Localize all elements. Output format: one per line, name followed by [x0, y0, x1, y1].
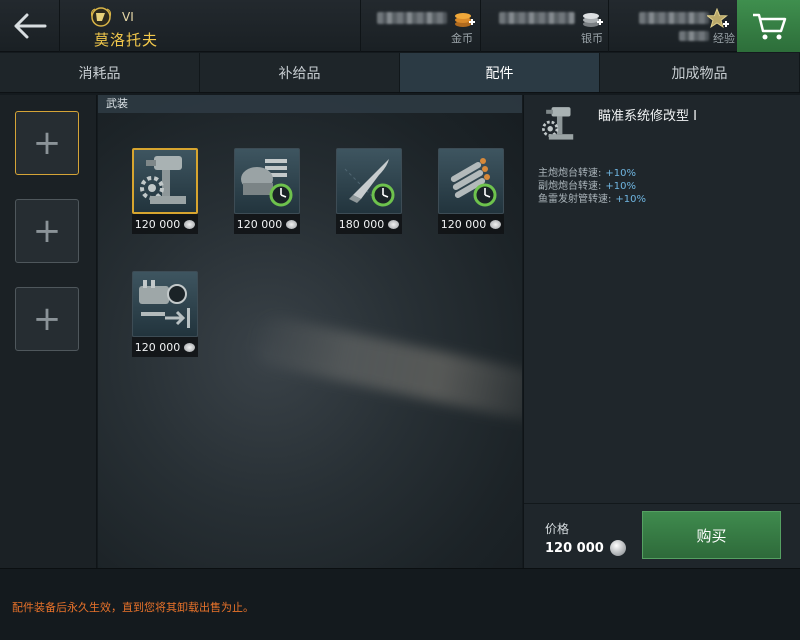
item-frame: [132, 148, 198, 214]
item-price: 120 000: [132, 337, 198, 357]
silver-currency[interactable]: 银币: [480, 0, 608, 52]
silver-coin-icon: [286, 219, 298, 229]
item-price: 120 000: [438, 214, 504, 234]
gold-label: 金币: [451, 32, 473, 45]
stat-row: 主炮炮台转速: +10%: [538, 167, 646, 180]
silver-coin-icon: [609, 540, 626, 556]
upgrade-title: 瞄准系统修改型 I: [598, 109, 697, 124]
upgrade-item-aiming-system[interactable]: 120 000: [132, 148, 200, 236]
silver-coins-icon: [583, 13, 603, 27]
category-tabs: 消耗品 补给品 配件 加成物品: [0, 53, 800, 93]
stat-label: 鱼雷发射管转速:: [538, 194, 612, 205]
silver-coin-icon: [184, 342, 196, 352]
item-price-value: 180 000: [338, 217, 385, 231]
item-price: 120 000: [132, 214, 198, 234]
footer-note: 配件装备后永久生效，直到您将其卸载出售为止。: [12, 601, 254, 614]
upgrade-stats: 主炮炮台转速: +10% 副炮炮台转速: +10% 鱼雷发射管转速: +10%: [538, 167, 646, 206]
upgrade-slots: + + +: [0, 95, 97, 568]
price-value: 120 000: [545, 540, 604, 556]
stat-label: 主炮炮台转速:: [538, 168, 602, 179]
exp-label: 经验: [713, 32, 735, 45]
item-price: 120 000: [234, 214, 300, 234]
silver-coin-icon: [388, 219, 400, 229]
item-price-value: 120 000: [236, 217, 283, 231]
upgrade-item-secondary-battery[interactable]: 120 000: [132, 271, 200, 359]
stat-value: +10%: [605, 181, 636, 192]
tab-supplies[interactable]: 补给品: [200, 53, 400, 92]
exp-amount-hidden: [639, 12, 709, 24]
star-exp-icon: [707, 8, 729, 29]
gold-currency[interactable]: 金币: [360, 0, 480, 52]
item-frame: [336, 148, 402, 214]
ship-name: 莫洛托夫: [94, 31, 159, 49]
upgrade-item-shell[interactable]: 180 000: [336, 148, 404, 236]
shell-icon: [344, 159, 395, 207]
price-display: 120 000: [545, 540, 626, 556]
secondary-battery-icon: [139, 280, 190, 328]
stat-row: 副炮炮台转速: +10%: [538, 180, 646, 193]
footer: 配件装备后永久生效，直到您将其卸载出售为止。: [0, 568, 800, 640]
background-ship: [246, 312, 522, 428]
silver-label: 银币: [581, 32, 603, 45]
aiming-system-icon: [140, 156, 186, 204]
item-frame: [234, 148, 300, 214]
item-price-value: 120 000: [440, 217, 487, 231]
silver-coin-icon: [490, 219, 502, 229]
buy-button[interactable]: 购买: [642, 511, 781, 559]
plus-icon: +: [32, 123, 62, 163]
plus-icon: +: [32, 299, 62, 339]
stat-row: 鱼雷发射管转速: +10%: [538, 193, 646, 206]
upgrade-detail-panel: 瞄准系统修改型 I 主炮炮台转速: +10% 副炮炮台转速: +10% 鱼雷发射管转…: [523, 95, 800, 568]
ship-tier: VI: [122, 10, 134, 24]
upgrade-item-main-battery[interactable]: 120 000: [234, 148, 302, 236]
divider: [524, 503, 800, 504]
item-price: 180 000: [336, 214, 402, 234]
exp-label-blur: [679, 31, 709, 41]
shop-cart-button[interactable]: [737, 0, 800, 52]
stat-value: +10%: [615, 194, 646, 205]
back-arrow-icon: [14, 13, 46, 39]
ship-class-icon: [90, 7, 112, 27]
upgrade-slot-2[interactable]: +: [15, 199, 79, 263]
upgrade-slot-3[interactable]: +: [15, 287, 79, 351]
tab-boosters[interactable]: 加成物品: [600, 53, 800, 92]
exp-currency[interactable]: 经验: [608, 0, 737, 52]
ship-info: VI 莫洛托夫: [86, 4, 286, 50]
item-frame: [438, 148, 504, 214]
item-price-value: 120 000: [134, 217, 181, 231]
back-button[interactable]: [0, 0, 60, 52]
plus-icon: +: [32, 211, 62, 251]
torpedo-tubes-icon: [450, 158, 497, 207]
upgrade-slot-1[interactable]: +: [15, 111, 79, 175]
gold-coins-icon: [455, 13, 475, 27]
silver-coin-icon: [184, 219, 196, 229]
aiming-system-icon: [542, 107, 574, 140]
section-armament-label: 武装: [98, 95, 522, 113]
top-bar: VI 莫洛托夫 金币 银币 经验: [0, 0, 800, 52]
upgrade-item-torpedo-tubes[interactable]: 120 000: [438, 148, 506, 236]
tab-upgrades[interactable]: 配件: [400, 53, 600, 92]
item-frame: [132, 271, 198, 337]
item-price-value: 120 000: [134, 340, 181, 354]
cart-icon: [752, 13, 786, 40]
stat-label: 副炮炮台转速:: [538, 181, 602, 192]
tab-consumables[interactable]: 消耗品: [0, 53, 200, 92]
stat-value: +10%: [605, 168, 636, 179]
price-label: 价格: [545, 522, 570, 536]
gold-amount-hidden: [377, 12, 447, 24]
silver-amount-hidden: [499, 12, 575, 24]
main-battery-turret-icon: [241, 159, 293, 207]
upgrade-list: 武装 120 000 120 000 180 000 120 000 120 0…: [98, 95, 522, 568]
